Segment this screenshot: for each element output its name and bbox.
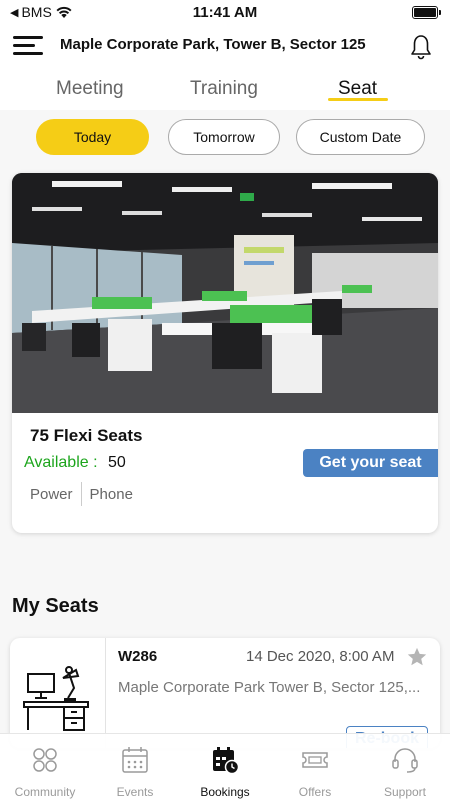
ticket-icon [302,752,328,768]
community-icon [33,748,57,772]
app-header: Maple Corporate Park, Tower B, Sector 12… [0,26,450,66]
bottom-navigation: Community Events Bookings Offers Support [0,733,450,800]
status-bar: ◀ BMS 11:41 AM [0,0,450,26]
booking-card[interactable]: W286 14 Dec 2020, 8:00 AM Maple Corporat… [10,638,440,748]
my-seats-heading: My Seats [12,595,99,617]
nav-label-support: Support [383,785,427,799]
nav-label-offers: Offers [298,785,332,799]
booking-address: Maple Corporate Park Tower B, Sector 125… [118,679,421,696]
seat-offer-card[interactable]: 75 Flexi Seats Available : 50 Power Phon… [12,173,438,533]
location-title[interactable]: Maple Corporate Park, Tower B, Sector 12… [60,36,366,53]
amenities-list: Power Phone [30,482,133,506]
date-filter-custom[interactable]: Custom Date [296,119,425,155]
nav-label-events: Events [116,785,154,799]
desk-workstation-icon [23,666,89,731]
tab-meeting[interactable]: Meeting [56,78,124,100]
headset-icon [392,748,418,773]
available-count: 50 [108,454,126,471]
booking-datetime: 14 Dec 2020, 8:00 AM [246,648,395,665]
clock: 11:41 AM [192,4,258,21]
bell-icon[interactable] [410,34,432,60]
calendar-icon [122,747,148,773]
nav-community[interactable]: Community [0,734,90,800]
nav-support[interactable]: Support [360,734,450,800]
available-label: Available : [24,454,98,471]
nav-events[interactable]: Events [90,734,180,800]
amenity-phone: Phone [89,485,133,503]
tab-seat[interactable]: Seat [338,78,377,100]
date-filter-today[interactable]: Today [36,119,149,155]
nav-label-community: Community [14,785,76,799]
nav-bookings[interactable]: Bookings [180,734,270,800]
active-tab-indicator [328,98,388,101]
date-filter-tomorrow[interactable]: Tomorrow [168,119,280,155]
tab-training[interactable]: Training [190,78,258,100]
office-photo [12,173,438,413]
amenity-power: Power [30,485,73,503]
desk-thumbnail [10,638,106,748]
nav-offers[interactable]: Offers [270,734,360,800]
battery-icon [412,6,441,19]
get-your-seat-button[interactable]: Get your seat [303,449,438,477]
star-icon[interactable] [406,646,428,668]
menu-icon[interactable] [13,34,43,58]
nav-label-bookings: Bookings [200,785,250,799]
amenity-divider [80,482,82,506]
bookings-icon [213,747,239,774]
seat-offer-title: 75 Flexi Seats [30,426,143,445]
booking-type-tabs: Meeting Training Seat [0,66,450,110]
booking-seat-code: W286 [118,648,158,665]
